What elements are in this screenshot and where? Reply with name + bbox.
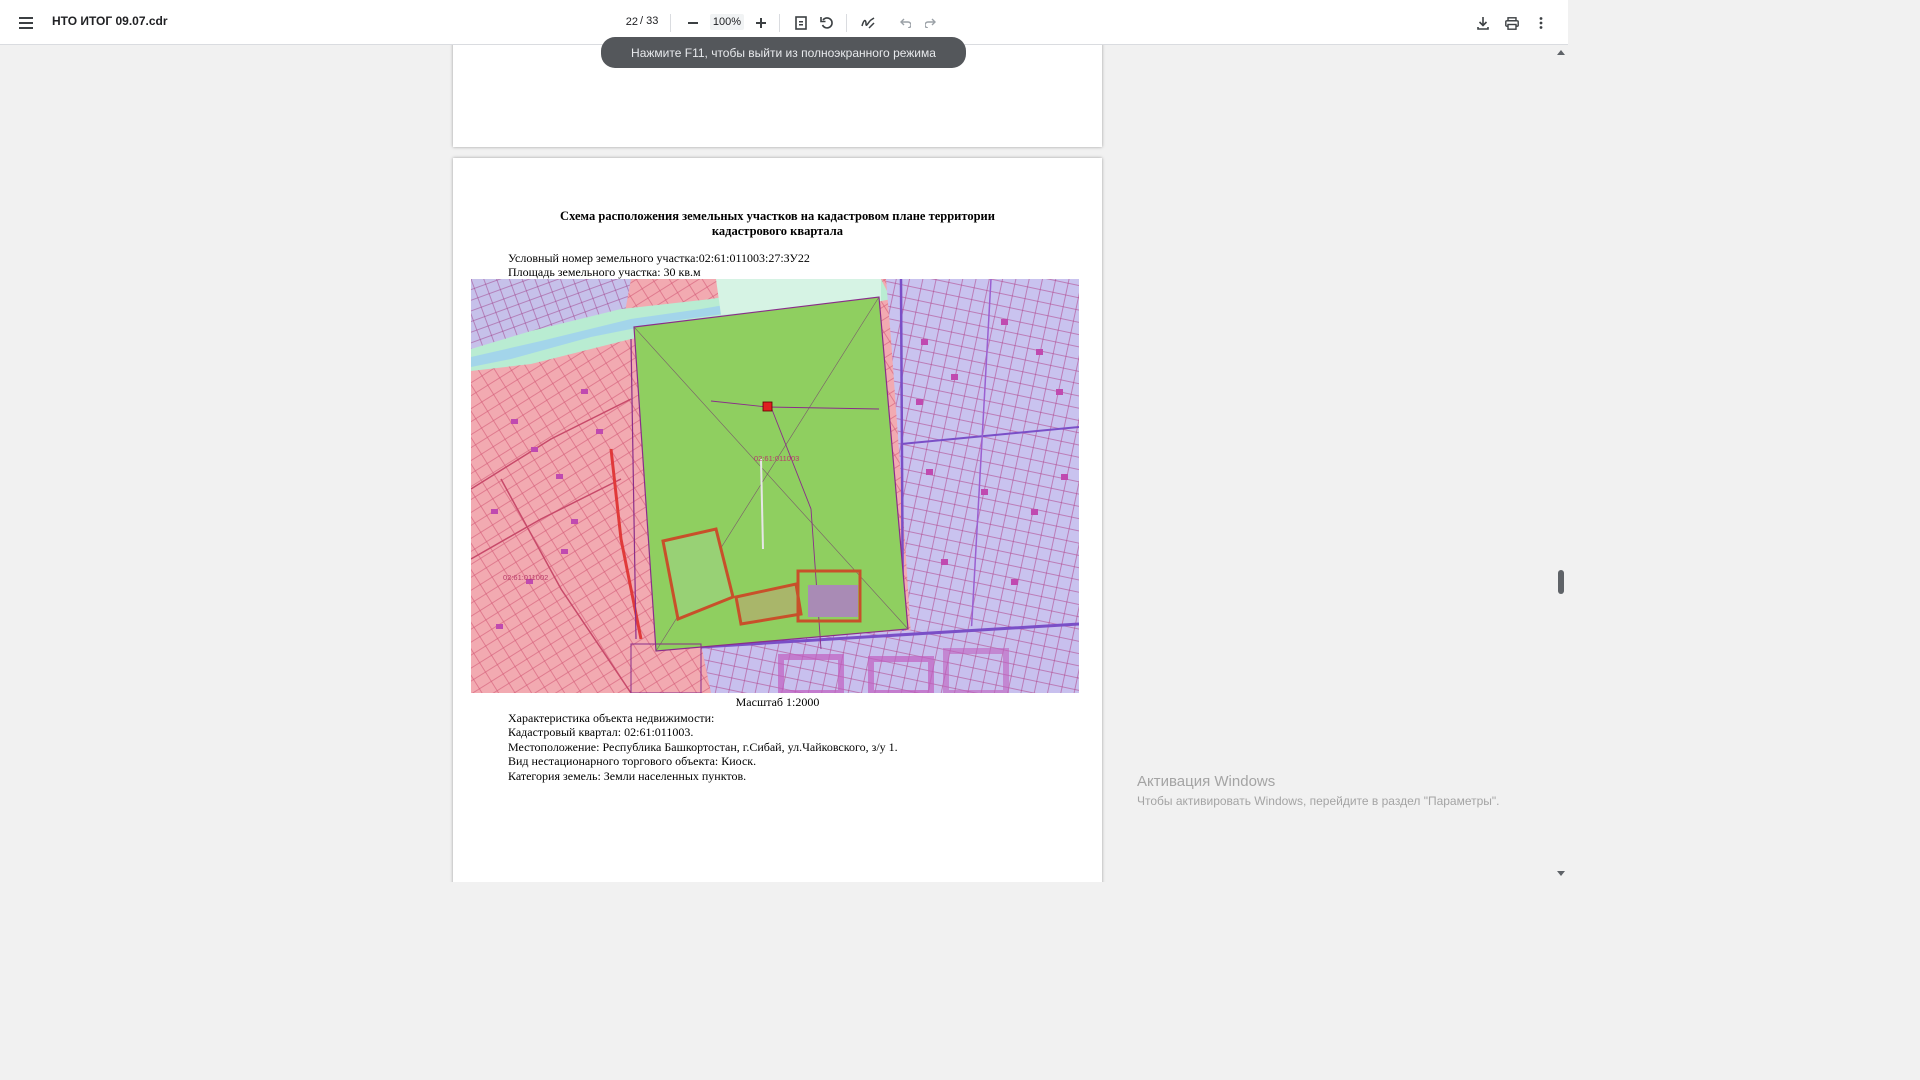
page-total: / 33 [640, 15, 659, 27]
print-button[interactable] [1500, 11, 1524, 35]
more-icon [1539, 17, 1543, 29]
zoom-input[interactable] [710, 14, 744, 30]
toolbar-divider [846, 14, 847, 32]
menu-icon [19, 17, 33, 29]
cadastral-map-drawing: 02:61:011003 02:61:011002 [471, 279, 1079, 693]
windows-activation-title: Активация Windows [1137, 773, 1276, 790]
pdf-page-current: Схема расположения земельных участков на… [453, 158, 1102, 882]
more-options-button[interactable] [1529, 11, 1553, 35]
cadastral-map: 02:61:011003 02:61:011002 [471, 279, 1079, 693]
map-scale: Масштаб 1:2000 [735, 695, 820, 709]
fullscreen-exit-toast: Нажмите F11, чтобы выйти из полноэкранно… [601, 37, 966, 68]
vertical-scrollbar[interactable] [1555, 45, 1568, 882]
land-category: Категория земель: Земли населенных пункт… [508, 769, 747, 783]
annotate-icon [861, 17, 875, 29]
document-title: НТО ИТОГ 09.07.cdr [52, 14, 168, 28]
scroll-thumb[interactable] [1558, 570, 1564, 594]
page-number-input[interactable] [622, 14, 638, 30]
fit-page-icon [795, 16, 807, 30]
zoom-in-button[interactable] [749, 11, 773, 35]
download-icon [1477, 16, 1489, 30]
undo-button[interactable] [893, 11, 917, 35]
print-icon [1505, 16, 1519, 30]
characteristics-heading: Характеристика объекта недвижимости: [508, 711, 715, 725]
plot-area: Площадь земельного участка: 30 кв.м [508, 265, 701, 279]
scroll-up-arrow-icon[interactable] [1557, 50, 1565, 55]
cadastral-quarter: Кадастровый квартал: 02:61:011003. [508, 725, 694, 739]
windows-activation-subtitle: Чтобы активировать Windows, перейдите в … [1137, 794, 1500, 808]
undo-icon [900, 18, 911, 28]
map-building-park [808, 585, 858, 617]
location: Местоположение: Республика Башкортостан,… [508, 740, 898, 754]
redo-icon [925, 18, 936, 28]
map-block-east-grid [886, 279, 1079, 637]
object-type: Вид нестационарного торгового объекта: К… [508, 754, 757, 768]
toolbar-divider [670, 14, 671, 32]
zoom-out-icon [688, 22, 698, 24]
scroll-down-arrow-icon[interactable] [1557, 871, 1565, 876]
menu-button[interactable] [14, 11, 38, 35]
toolbar-divider [779, 14, 780, 32]
page-title-line-1: Схема расположения земельных участков на… [560, 209, 995, 223]
zoom-out-button[interactable] [681, 11, 705, 35]
rotate-button[interactable] [815, 11, 839, 35]
fit-page-button[interactable] [789, 11, 813, 35]
map-label-quarter-center: 02:61:011003 [754, 454, 799, 463]
annotate-button[interactable] [856, 11, 880, 35]
redo-button[interactable] [919, 11, 943, 35]
map-label-quarter-west: 02:61:011002 [503, 573, 548, 582]
document-viewer[interactable]: Схема расположения земельных участков на… [0, 45, 1568, 882]
zoom-in-icon [756, 18, 766, 28]
plot-number: Условный номер земельного участка:02:61:… [508, 251, 810, 265]
map-plot-marker [762, 401, 773, 412]
rotate-icon [820, 17, 833, 29]
page-title-line-2: кадастрового квартала [711, 224, 844, 238]
download-button[interactable] [1471, 11, 1495, 35]
